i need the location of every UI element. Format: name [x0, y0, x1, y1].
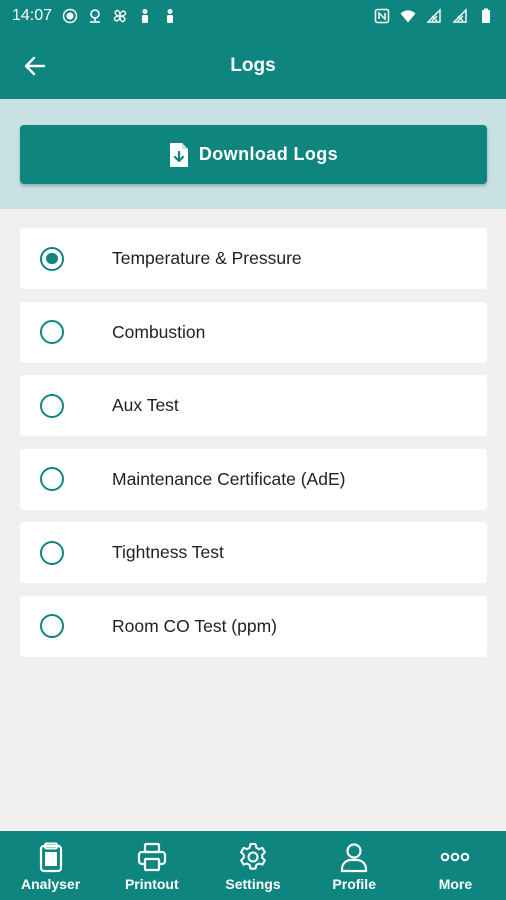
nav-item-more[interactable]: More: [405, 831, 506, 900]
user-icon: [341, 843, 368, 873]
status-left-icons: [62, 8, 178, 24]
fan-icon: [113, 9, 127, 23]
page-title: Logs: [230, 54, 276, 76]
download-banner: Download Logs: [0, 99, 506, 209]
status-time: 14:07: [12, 7, 53, 24]
nav-label: Printout: [124, 876, 179, 892]
person-icon: [167, 9, 174, 23]
log-item-label: Combustion: [112, 321, 206, 342]
nav-label: Analyser: [21, 876, 81, 892]
no-signal-icon: [452, 8, 467, 23]
download-logs-button[interactable]: Download Logs: [20, 125, 487, 184]
log-item-label: Room CO Test (ppm): [112, 615, 277, 636]
log-list: Temperature & Pressure Combustion Aux Te…: [20, 228, 487, 670]
battery-icon: [482, 8, 490, 23]
app-bar: Logs: [0, 32, 506, 99]
gear-icon: [240, 843, 266, 870]
status-bar: 14:07: [0, 0, 506, 32]
log-item-label: Tightness Test: [112, 542, 224, 563]
nav-item-printout[interactable]: Printout: [101, 831, 202, 900]
nav-label: Profile: [332, 876, 376, 892]
wifi-icon: [400, 10, 416, 23]
log-item-label: Temperature & Pressure: [112, 248, 302, 268]
download-logs-label: Download Logs: [198, 144, 339, 164]
radio-unchecked-icon[interactable]: [40, 393, 64, 418]
nav-item-settings[interactable]: Settings: [202, 831, 303, 900]
nav-label: More: [438, 876, 473, 892]
status-right-icons: [374, 8, 494, 24]
nav-item-profile[interactable]: Profile: [304, 831, 405, 900]
clipboard-icon: [39, 842, 62, 873]
record-icon: [62, 8, 78, 24]
log-item-room-co-test[interactable]: Room CO Test (ppm): [20, 595, 487, 657]
log-item-temperature-pressure[interactable]: Temperature & Pressure: [20, 228, 487, 289]
arrow-left-icon[interactable]: [22, 53, 48, 79]
log-item-tightness-test[interactable]: Tightness Test: [20, 522, 487, 584]
file-download-icon: [169, 142, 188, 167]
log-item-combustion[interactable]: Combustion: [20, 301, 487, 363]
radio-unchecked-icon[interactable]: [40, 540, 64, 565]
radio-unchecked-icon[interactable]: [40, 320, 64, 345]
radio-checked-icon[interactable]: [40, 246, 64, 271]
radio-unchecked-icon[interactable]: [40, 467, 64, 492]
nav-label: Settings: [225, 876, 281, 892]
radio-unchecked-icon[interactable]: [40, 614, 64, 639]
location-icon: [90, 9, 101, 23]
bottom-nav: Analyser Printout Settings Profile More: [0, 831, 506, 900]
log-item-label: Maintenance Certificate (AdE): [112, 468, 346, 489]
printer-icon: [137, 842, 166, 872]
person-icon: [142, 9, 149, 23]
nav-item-analyser[interactable]: Analyser: [0, 831, 101, 900]
no-signal-icon: [426, 8, 441, 23]
more-dots-icon: [441, 852, 470, 862]
nfc-icon: [374, 8, 390, 24]
log-item-maintenance-certificate[interactable]: Maintenance Certificate (AdE): [20, 448, 487, 510]
log-item-label: Aux Test: [112, 395, 179, 416]
log-item-aux-test[interactable]: Aux Test: [20, 375, 487, 437]
